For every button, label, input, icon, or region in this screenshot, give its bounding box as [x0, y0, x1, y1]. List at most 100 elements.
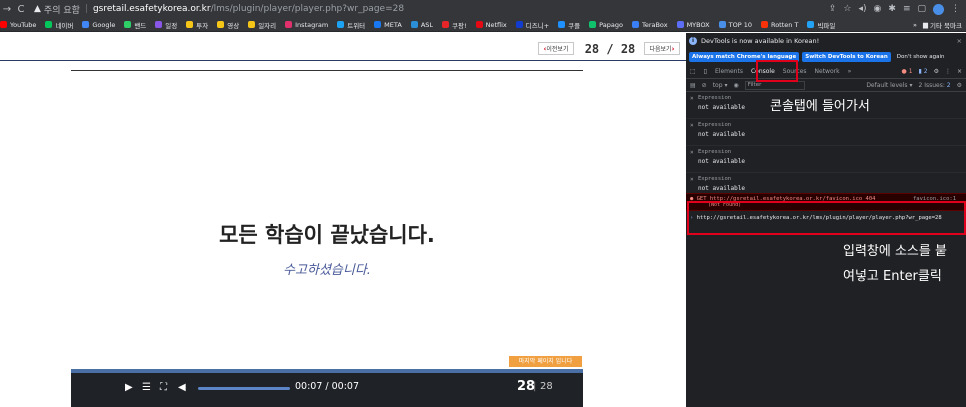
notice-buttons: Always match Chrome's language Switch De… [686, 49, 966, 64]
bookmark-item[interactable]: 쿠플 [558, 20, 580, 30]
sidebar-toggle-icon[interactable]: ▤ [690, 82, 696, 89]
list-icon[interactable]: ☰ [142, 382, 151, 393]
bookmark-item[interactable]: YouTube [0, 21, 36, 29]
profile-avatar[interactable] [933, 3, 944, 15]
info-count-badge[interactable]: ▮ 2 [919, 68, 928, 75]
bookmark-item[interactable]: ASL [410, 21, 433, 29]
close-icon[interactable]: × [957, 37, 966, 45]
bookmark-item[interactable]: 디즈니+ [515, 20, 550, 30]
settings-gear-icon[interactable]: ⚙ [934, 68, 939, 75]
extension-icon[interactable]: ◉ [874, 4, 882, 14]
chevron-double-right-icon[interactable]: » [913, 21, 917, 29]
window-icon[interactable]: ▢ [917, 4, 926, 14]
forward-icon[interactable]: → [0, 4, 14, 15]
bookmark-item[interactable]: 쿠팡! [442, 20, 467, 30]
bookmark-star-icon[interactable]: ☆ [843, 4, 851, 14]
bookmark-item[interactable]: Netflix [475, 21, 507, 29]
close-devtools-icon[interactable]: × [957, 68, 962, 75]
queue-icon[interactable]: ≡ [903, 4, 911, 14]
bookmark-label: 디즈니+ [525, 21, 550, 30]
puzzle-icon[interactable]: ✱ [888, 4, 896, 14]
device-toggle-icon[interactable]: ▯ [704, 68, 707, 75]
toolbar-right: Default levels ▾ 2 Issues: 2 ⚙ [866, 82, 966, 89]
error-count-badge[interactable]: ● 1 [902, 68, 913, 75]
player-page-separator: | [533, 381, 537, 392]
levels-dropdown[interactable]: Default levels ▾ [866, 82, 912, 89]
url-path[interactable]: /lms/plugin/player/player.php?wr_page=28 [211, 4, 404, 14]
bookmark-item[interactable]: 트위터 [337, 20, 365, 30]
next-page-button[interactable]: 다음보기 › [644, 42, 680, 55]
fullscreen-icon[interactable]: ⛶ [160, 382, 167, 393]
eye-icon[interactable]: ◉ [733, 82, 738, 89]
toolbar-icons: ⇪ ☆ ◂) ◉ ✱ ≡ ▢ ⋮ [829, 3, 966, 15]
video-player: ▶ ☰ ⛶ ◀ 00:07 / 00:07 28 | 28 [71, 369, 583, 407]
playback-time: 00:07 / 00:07 [295, 381, 359, 392]
bookmark-item[interactable]: 일정 [155, 20, 177, 30]
bookmarks-overflow[interactable]: » ▆ 기타 북마크 [913, 20, 966, 30]
context-selector[interactable]: top ▾ [713, 82, 728, 89]
media-icon[interactable]: ◂) [859, 4, 867, 14]
remove-expression-icon[interactable]: × [690, 122, 694, 129]
issues-button[interactable]: 2 Issues: 2 [918, 82, 950, 89]
issues-count: 2 [946, 81, 951, 89]
other-bookmarks[interactable]: 기타 북마크 [930, 20, 962, 30]
expression-label: Expression [698, 176, 732, 182]
bookmark-favicon-icon [718, 21, 726, 28]
bookmark-label: 영상 [227, 21, 240, 30]
live-expression[interactable]: × Expression not available [686, 146, 966, 173]
bookmark-item[interactable]: 투자 [186, 20, 208, 30]
prev-page-button[interactable]: ‹ 이전보기 [538, 42, 574, 55]
remove-expression-icon[interactable]: × [690, 95, 694, 102]
expression-label: Expression [698, 122, 732, 128]
bookmark-item[interactable]: TOP 10 [718, 21, 752, 29]
inspect-icon[interactable]: ⬚ [690, 68, 696, 75]
bookmark-item[interactable]: Papago [589, 21, 623, 29]
more-tabs-icon[interactable]: » [848, 68, 852, 75]
tab-elements[interactable]: Elements [715, 68, 743, 75]
error-count: 1 [908, 67, 913, 75]
reload-icon[interactable]: C [14, 4, 28, 15]
more-options-icon[interactable]: ⋮ [945, 68, 951, 75]
switch-korean-button[interactable]: Switch DevTools to Korean [802, 51, 891, 62]
live-expression[interactable]: × Expression not available [686, 119, 966, 146]
console-tab-highlight [756, 60, 798, 82]
volume-slider[interactable] [198, 387, 290, 390]
bookmark-item[interactable]: META [374, 21, 402, 29]
context-label: top [712, 81, 723, 89]
playback-progress-bar[interactable] [71, 369, 583, 373]
bookmark-item[interactable]: Rotten T [760, 21, 798, 29]
info-icon: i [689, 37, 697, 45]
console-note: 콘솔탭에 들어가서 [770, 99, 870, 114]
console-settings-icon[interactable]: ⚙ [957, 82, 962, 89]
bookmark-favicon-icon [186, 21, 194, 28]
security-warning[interactable]: 주의 요함 [44, 3, 80, 16]
bookmark-label: MYBOX [686, 20, 710, 29]
bookmark-item[interactable]: 빅파일 [807, 20, 835, 30]
bookmark-item[interactable]: Google [82, 21, 115, 29]
bookmark-item[interactable]: 네이버 [45, 20, 73, 30]
menu-icon[interactable]: ⋮ [951, 4, 960, 14]
dont-show-again-button[interactable]: Don't show again [894, 52, 948, 62]
bookmark-item[interactable]: 밴드 [124, 20, 146, 30]
bookmark-item[interactable]: Instagram [285, 21, 328, 29]
bookmark-item[interactable]: 영상 [217, 20, 239, 30]
expression-value: not available [698, 158, 745, 165]
levels-label: Default levels [866, 81, 908, 89]
bookmark-label: 트위터 [347, 21, 366, 30]
bookmark-item[interactable]: 일자리 [248, 20, 276, 30]
volume-icon[interactable]: ◀ [178, 382, 186, 393]
warning-icon[interactable]: ▲ [34, 4, 41, 14]
bookmark-item[interactable]: TeraBox [631, 21, 668, 29]
share-icon[interactable]: ⇪ [829, 4, 837, 14]
bookmark-item[interactable]: MYBOX [676, 20, 710, 29]
bookmark-label: YouTube [10, 20, 37, 29]
bookmark-favicon-icon [442, 21, 450, 28]
url-host[interactable]: gsretail.esafetykorea.or.kr [93, 4, 211, 14]
tab-network[interactable]: Network [815, 68, 840, 75]
remove-expression-icon[interactable]: × [690, 149, 694, 156]
play-icon[interactable]: ▶ [125, 382, 133, 393]
player-total-pages: 28 [540, 381, 553, 392]
remove-expression-icon[interactable]: × [690, 176, 694, 183]
clear-console-icon[interactable]: ⊘ [702, 82, 707, 89]
info-count: 2 [923, 67, 928, 75]
